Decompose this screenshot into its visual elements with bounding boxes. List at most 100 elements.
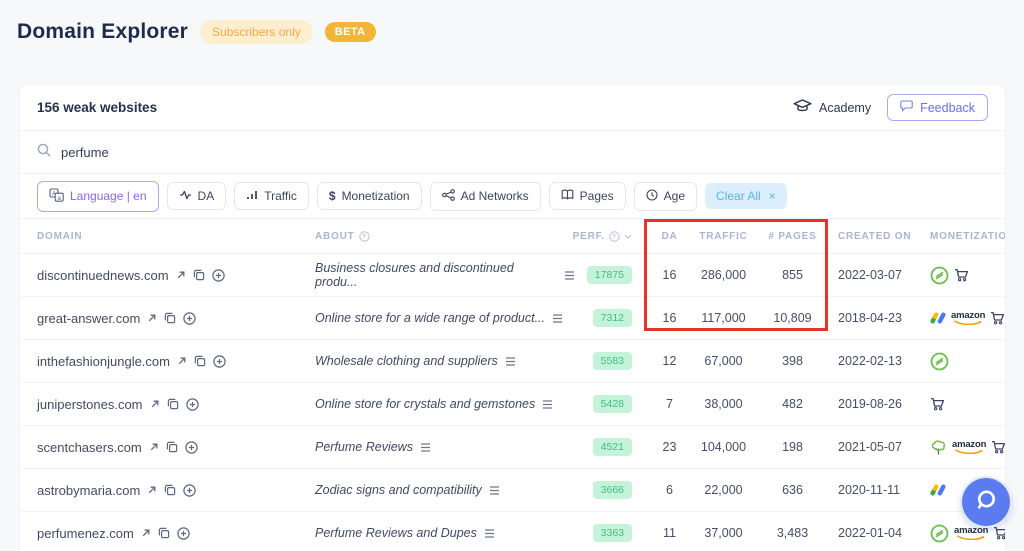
about-text: Perfume Reviews and Dupes <box>315 526 477 540</box>
results-count: 156 weak websites <box>37 100 158 115</box>
ezoic-icon <box>930 352 949 371</box>
da-value: 11 <box>663 526 676 540</box>
copy-icon[interactable] <box>167 398 179 410</box>
feedback-button[interactable]: Feedback <box>887 94 988 121</box>
about-text: Perfume Reviews <box>315 440 413 454</box>
filter-language[interactable]: Aa Language | en <box>37 180 159 212</box>
clear-all-button[interactable]: Clear All × <box>705 183 787 209</box>
list-icon[interactable] <box>552 313 563 323</box>
list-icon[interactable] <box>484 528 495 538</box>
filter-label: Monetization <box>341 189 410 203</box>
external-link-icon[interactable] <box>147 485 157 495</box>
da-value: 16 <box>662 311 677 325</box>
col-perf[interactable]: Perf.? <box>573 231 632 242</box>
col-traffic: Traffic <box>699 230 748 242</box>
tree-icon <box>930 439 947 456</box>
about-text: Online store for a wide range of product… <box>315 311 545 325</box>
filter-label: DA <box>197 189 215 203</box>
cart-icon <box>993 526 1005 540</box>
col-about: About? <box>315 231 370 242</box>
external-link-icon[interactable] <box>147 313 157 323</box>
copy-icon[interactable] <box>158 527 170 539</box>
search-input[interactable] <box>61 144 461 160</box>
copy-icon[interactable] <box>194 355 206 367</box>
list-icon[interactable] <box>489 485 500 495</box>
chat-bubble-icon <box>974 488 998 517</box>
filter-label: Age <box>663 189 686 203</box>
add-circle-icon[interactable] <box>211 268 225 282</box>
add-circle-icon[interactable] <box>183 311 197 325</box>
traffic-value: 67,000 <box>704 354 743 368</box>
domain-link[interactable]: juniperstones.com <box>37 397 143 412</box>
filter-age[interactable]: Age <box>633 181 698 211</box>
domain-link[interactable]: scentchasers.com <box>37 440 142 455</box>
about-text: Wholesale clothing and suppliers <box>315 354 498 368</box>
external-link-icon[interactable] <box>177 356 187 366</box>
pages-value: 398 <box>782 354 803 368</box>
col-domain: Domain <box>37 230 83 242</box>
filter-pages[interactable]: Pages <box>548 182 626 210</box>
da-value: 7 <box>666 397 673 411</box>
help-icon: ? <box>358 230 370 242</box>
academy-link[interactable]: Academy <box>793 98 872 117</box>
list-icon[interactable] <box>564 270 575 280</box>
domain-link[interactable]: perfumenez.com <box>37 526 134 541</box>
adsense-icon <box>930 483 946 497</box>
cart-icon <box>930 397 945 411</box>
copy-icon[interactable] <box>193 269 205 281</box>
list-icon[interactable] <box>420 442 431 452</box>
dollar-icon: $ <box>328 189 336 203</box>
clear-all-label: Clear All <box>716 189 761 203</box>
domain-link[interactable]: discontinuednews.com <box>37 268 169 283</box>
pages-value: 3,483 <box>776 526 809 540</box>
external-link-icon[interactable] <box>141 528 151 538</box>
chat-widget-button[interactable] <box>962 478 1010 526</box>
filter-ad-networks[interactable]: Ad Networks <box>429 181 541 211</box>
about-text: Business closures and discontinued produ… <box>315 261 514 289</box>
created-date: 2020-11-11 <box>838 483 901 497</box>
filter-monetization[interactable]: $ Monetization <box>316 182 422 210</box>
table-row: discontinuednews.com Business closures a… <box>20 254 1005 297</box>
list-icon[interactable] <box>505 356 516 366</box>
search-row <box>20 131 1005 174</box>
add-circle-icon[interactable] <box>185 397 199 411</box>
bar-chart-icon <box>246 189 258 203</box>
pages-value: 636 <box>782 483 803 497</box>
domain-link[interactable]: great-answer.com <box>37 311 140 326</box>
amazon-icon: amazon <box>951 311 985 326</box>
created-date: 2019-08-26 <box>838 397 902 411</box>
page-header: Domain Explorer Subscribers only BETA <box>0 0 1024 44</box>
academy-label: Academy <box>818 100 872 115</box>
filter-label: Traffic <box>264 189 297 203</box>
add-circle-icon[interactable] <box>177 526 190 540</box>
about-text: Zodiac signs and compatibility <box>315 483 482 497</box>
da-value: 12 <box>662 354 677 368</box>
filter-traffic[interactable]: Traffic <box>234 182 309 210</box>
chevron-down-icon <box>624 234 632 239</box>
copy-icon[interactable] <box>164 312 176 324</box>
add-circle-icon[interactable] <box>183 483 197 497</box>
chat-icon <box>900 100 913 115</box>
copy-icon[interactable] <box>164 484 176 496</box>
perf-badge: 7312 <box>592 309 632 327</box>
created-date: 2022-03-07 <box>838 268 902 282</box>
perf-badge: 3666 <box>592 481 632 499</box>
add-circle-icon[interactable] <box>213 354 226 368</box>
book-icon <box>561 189 574 203</box>
external-link-icon[interactable] <box>150 399 160 409</box>
card-header: 156 weak websites Academy Feedback <box>20 85 1005 131</box>
domain-link[interactable]: inthefashionjungle.com <box>37 354 170 369</box>
external-link-icon[interactable] <box>149 442 159 452</box>
traffic-value: 38,000 <box>704 397 743 411</box>
filter-da[interactable]: DA <box>166 182 227 210</box>
table-row: astrobymaria.com Zodiac signs and compat… <box>20 469 1005 512</box>
svg-text:?: ? <box>362 233 367 240</box>
table-row: juniperstones.com Online store for cryst… <box>20 383 1005 426</box>
domain-link[interactable]: astrobymaria.com <box>37 483 140 498</box>
results-card: 156 weak websites Academy Feedback Aa La… <box>20 85 1005 551</box>
external-link-icon[interactable] <box>176 270 186 280</box>
list-icon[interactable] <box>542 399 553 409</box>
traffic-value: 37,000 <box>704 526 743 540</box>
add-circle-icon[interactable] <box>185 440 198 454</box>
copy-icon[interactable] <box>166 441 178 453</box>
